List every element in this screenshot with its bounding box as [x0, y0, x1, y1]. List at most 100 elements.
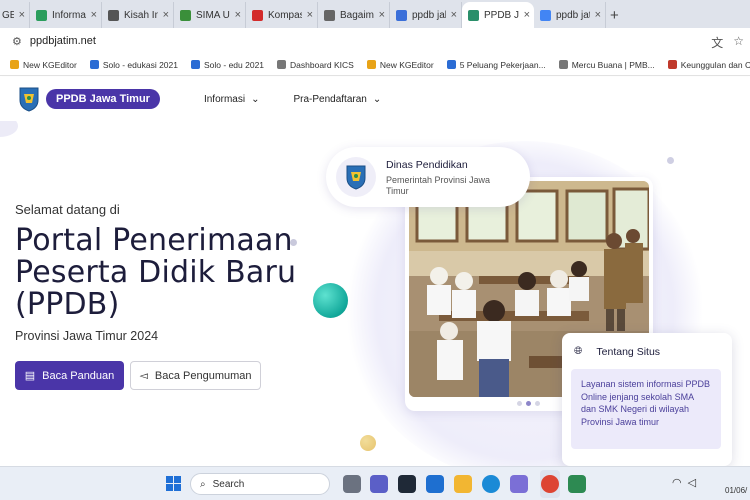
- bookmark-label: Dashboard KICS: [290, 59, 354, 70]
- bookmark-item[interactable]: Solo - edukasi 2021: [89, 59, 178, 70]
- url-field[interactable]: ppdbjatim.net: [30, 35, 96, 47]
- tab-title: SIMA UN: [196, 9, 230, 21]
- browser-tab-strip: GE×Informasi×Kisah Insp×SIMA UN×Kompas.c…: [0, 0, 750, 28]
- tab-title: Bagaiman: [340, 9, 374, 21]
- bookmark-item[interactable]: Solo - edu 2021: [191, 60, 264, 70]
- button-label: Baca Pengumuman: [154, 369, 252, 382]
- tab-favicon-icon: [324, 9, 335, 21]
- clipboard-icon: ▤: [24, 370, 36, 382]
- browser-tab[interactable]: Informasi ×: [30, 2, 102, 28]
- translate-icon[interactable]: 文: [711, 34, 723, 51]
- dinas-title: Dinas Pendidikan: [386, 159, 468, 171]
- carousel-dot[interactable]: [517, 401, 522, 406]
- bookmark-favicon-icon: [191, 60, 200, 69]
- bookmark-favicon-icon: [277, 60, 287, 69]
- tab-favicon-icon: [180, 9, 191, 21]
- tab-title: Kisah Insp: [124, 9, 158, 21]
- bookmark-item[interactable]: New KGEditor: [10, 60, 77, 70]
- address-bar-row: ⚙ ppdbjatim.net 文 ☆: [0, 28, 750, 54]
- baca-pengumuman-button[interactable]: ◅ Baca Pengumuman: [130, 361, 261, 390]
- bookmark-label: New KGEditor: [23, 59, 77, 70]
- l-app-icon[interactable]: [398, 475, 416, 493]
- close-icon[interactable]: ×: [163, 9, 169, 21]
- chrome-icon[interactable]: [541, 475, 559, 493]
- browser-tab[interactable]: Kisah Insp ×: [102, 2, 174, 28]
- nav-informasi[interactable]: Informasi ⌄: [204, 94, 260, 105]
- welcome-text: Selamat datang di: [15, 202, 120, 217]
- tab-title: GE: [2, 9, 14, 21]
- bookmark-item[interactable]: Mercu Buana | PMB...: [558, 60, 655, 70]
- browser-tab[interactable]: SIMA UN ×: [174, 2, 246, 28]
- bookmark-star-icon[interactable]: ☆: [733, 34, 744, 51]
- bookmark-favicon-icon: [10, 60, 19, 69]
- decorative-sphere: [360, 435, 376, 451]
- bookmark-label: New KGEditor: [379, 59, 434, 70]
- system-tray[interactable]: ◠ ◁: [672, 476, 696, 489]
- brand-logo[interactable]: PPDB Jawa Timur: [46, 89, 160, 109]
- bookmark-item[interactable]: New KGEditor: [366, 59, 434, 70]
- close-icon[interactable]: ×: [307, 9, 313, 21]
- mail-icon[interactable]: [426, 475, 444, 493]
- carousel-dot[interactable]: [526, 401, 531, 406]
- title-line: (PPDB): [15, 287, 120, 322]
- close-icon[interactable]: ×: [595, 9, 601, 21]
- volume-icon: ◁: [687, 477, 697, 489]
- close-icon[interactable]: ×: [235, 9, 241, 21]
- chevron-down-icon: ⌄: [372, 93, 382, 105]
- bookmark-item[interactable]: Dashboard KICS: [277, 60, 354, 70]
- bookmark-favicon-icon: [89, 60, 99, 69]
- browser-tab[interactable]: Kompas.c ×: [246, 2, 318, 28]
- jatim-emblem-icon[interactable]: [18, 86, 40, 112]
- bookmark-item[interactable]: 5 Peluang Pekerjaan...: [446, 59, 546, 70]
- nav-label: Pra-Pendaftaran: [293, 93, 367, 105]
- nav-pra-pendaftaran[interactable]: Pra-Pendaftaran ⌄: [293, 94, 381, 105]
- tentang-description: Layanan sistem informasi PPDB Online jen…: [571, 369, 721, 449]
- teams-icon[interactable]: [370, 475, 388, 493]
- tab-favicon-icon: [468, 9, 479, 21]
- globe-icon: 🌐︎: [574, 345, 583, 357]
- tab-title: ppdb jatim: [556, 9, 590, 21]
- task-view-icon[interactable]: [343, 475, 361, 493]
- browser-tab[interactable]: GE ×: [0, 2, 30, 28]
- bookmark-favicon-icon: [667, 60, 677, 69]
- baca-panduan-button[interactable]: ▤ Baca Panduan: [15, 361, 124, 390]
- decorative-sphere: [313, 283, 348, 318]
- start-button-icon[interactable]: [166, 476, 182, 492]
- wifi-icon: ◠: [672, 477, 682, 489]
- taskbar-search-box[interactable]: ⌕ Search: [190, 473, 330, 495]
- copilot-icon[interactable]: [510, 475, 528, 493]
- close-icon[interactable]: ×: [19, 9, 25, 21]
- browser-tab[interactable]: Bagaiman ×: [318, 2, 390, 28]
- app-icon[interactable]: [568, 475, 586, 493]
- search-placeholder: Search: [212, 478, 245, 490]
- jatim-emblem-icon: [336, 157, 376, 197]
- bookmark-label: 5 Peluang Pekerjaan...: [459, 59, 546, 70]
- bookmark-label: Solo - edukasi 2021: [102, 59, 178, 70]
- tab-title: Informasi: [52, 9, 86, 21]
- tab-title: PPDB Jaw: [484, 9, 519, 21]
- close-icon[interactable]: ×: [379, 9, 385, 21]
- hero-subtitle: Provinsi Jawa Timur 2024: [15, 329, 159, 343]
- browser-tab[interactable]: PPDB Jaw ×: [462, 2, 534, 28]
- browser-tab[interactable]: ppdb jaka ×: [390, 2, 462, 28]
- tab-favicon-icon: [396, 9, 407, 21]
- close-icon[interactable]: ×: [524, 9, 530, 21]
- close-icon[interactable]: ×: [91, 9, 97, 21]
- title-line: Portal Penerimaan: [15, 223, 293, 258]
- clock-date[interactable]: 01/06/: [725, 486, 747, 495]
- tentang-title: Tentang Situs: [596, 345, 661, 358]
- hero-section: Selamat datang di Portal Penerimaan Pese…: [0, 121, 750, 466]
- tab-favicon-icon: [36, 9, 47, 21]
- carousel-indicators: [517, 401, 540, 406]
- bookmark-favicon-icon: [446, 60, 456, 69]
- file-explorer-icon[interactable]: [454, 475, 472, 493]
- site-info-icon[interactable]: ⚙: [12, 35, 22, 48]
- carousel-dot[interactable]: [535, 401, 540, 406]
- browser-tab[interactable]: ppdb jatim ×: [534, 2, 606, 28]
- bookmark-favicon-icon: [558, 60, 568, 69]
- close-icon[interactable]: ×: [451, 9, 457, 21]
- bookmark-item[interactable]: Keunggulan dan Ca...: [667, 60, 750, 70]
- edge-icon[interactable]: [482, 475, 500, 493]
- new-tab-button[interactable]: +: [610, 2, 619, 28]
- site-header: PPDB Jawa Timur Informasi ⌄ Pra-Pendaftar…: [0, 77, 750, 121]
